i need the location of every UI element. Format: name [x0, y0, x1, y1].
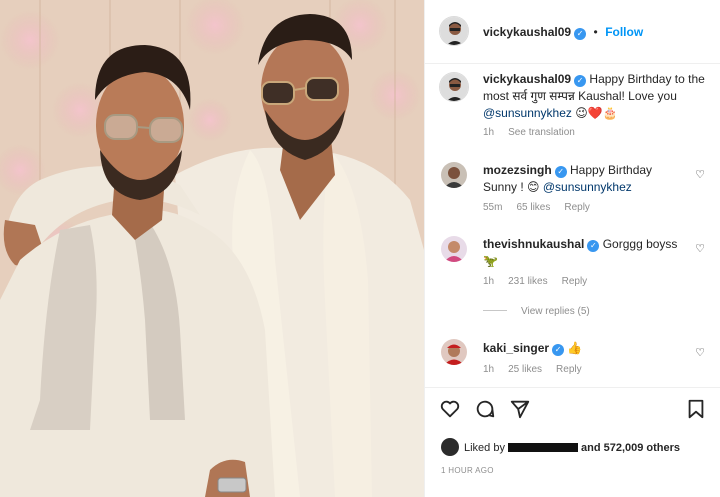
view-replies-link[interactable]: View replies (5)	[483, 306, 604, 317]
commenter-username[interactable]: mozezsingh	[483, 163, 552, 177]
verified-icon: ✓	[574, 28, 587, 40]
comment-emoji: 🦖	[483, 254, 498, 268]
comment-likes[interactable]: 65 likes	[516, 202, 550, 213]
heart-icon[interactable]: ♡	[695, 346, 705, 359]
heart-icon[interactable]: ♡	[695, 242, 705, 255]
post-header: vickykaushal09 ✓ • Follow	[425, 0, 720, 64]
commenter-avatar[interactable]	[441, 339, 467, 365]
commenter-username[interactable]: kaki_singer	[483, 341, 549, 355]
reply-button[interactable]: Reply	[564, 202, 590, 213]
comment-likes[interactable]: 231 likes	[508, 276, 547, 287]
caption-mention[interactable]: @sunsunnykhez	[483, 106, 572, 120]
comment-likes[interactable]: 25 likes	[508, 364, 542, 375]
comment-item: mozezsingh ✓ Happy Birthday Sunny ! 😊 @su…	[425, 155, 720, 225]
post-photo[interactable]	[0, 0, 424, 497]
likes-count[interactable]: and 572,009 others	[581, 442, 680, 454]
share-icon[interactable]	[509, 398, 531, 420]
follow-button[interactable]: Follow	[605, 25, 643, 39]
caption-avatar[interactable]	[439, 72, 469, 102]
commenter-username[interactable]: thevishnukaushal	[483, 237, 584, 251]
liker-avatar[interactable]	[441, 438, 459, 456]
thumbs-up-emoji: 👍	[567, 341, 583, 355]
heart-icon[interactable]	[439, 398, 461, 420]
replies-divider	[483, 310, 507, 311]
comment-item: thevishnukaushal ✓ Gorggg boyss 🦖 1h 231 l…	[425, 230, 720, 325]
author-username[interactable]: vickykaushal09	[483, 25, 571, 39]
comment-age: 55m	[483, 202, 503, 213]
caption-age: 1h	[483, 127, 495, 138]
author-avatar[interactable]	[439, 16, 469, 46]
separator-dot: •	[593, 25, 598, 39]
caption: vickykaushal09 ✓ Happy Birthday to the mo…	[425, 64, 720, 149]
see-translation-link[interactable]: See translation	[508, 127, 575, 138]
commenter-avatar[interactable]	[441, 236, 467, 262]
caption-emojis: 😉❤️🎂	[575, 106, 618, 120]
action-bar: Liked by and 572,009 others 1 HOUR AGO	[425, 387, 720, 497]
verified-icon: ✓	[574, 75, 587, 87]
verified-icon: ✓	[554, 166, 567, 178]
reply-button[interactable]: Reply	[556, 364, 582, 375]
verified-icon: ✓	[552, 344, 565, 356]
caption-username[interactable]: vickykaushal09	[483, 72, 571, 86]
comment-item: kaki_singer ✓ 👍 1h 25 likes Reply ♡	[425, 335, 720, 385]
redacted-username	[507, 443, 578, 452]
reply-button[interactable]: Reply	[562, 276, 588, 287]
verified-icon: ✓	[587, 240, 600, 252]
heart-icon[interactable]: ♡	[695, 168, 705, 181]
post-timestamp: 1 HOUR AGO	[441, 466, 494, 475]
post-sidebar: vickykaushal09 ✓ • Follow vickykaushal09 ✓…	[424, 0, 720, 497]
likes-summary: Liked by and 572,009 others	[441, 438, 680, 456]
liked-by-prefix: Liked by	[464, 442, 505, 454]
comment-age: 1h	[483, 276, 495, 287]
view-replies-label[interactable]: View replies (5)	[521, 306, 590, 317]
bookmark-icon[interactable]	[685, 398, 707, 420]
comment-text: Gorggg boyss	[602, 237, 678, 251]
commenter-avatar[interactable]	[441, 162, 467, 188]
comment-icon[interactable]	[474, 398, 496, 420]
comment-age: 1h	[483, 364, 495, 375]
comment-mention[interactable]: @sunsunnykhez	[543, 180, 632, 194]
post-photo-illustration	[0, 0, 424, 497]
